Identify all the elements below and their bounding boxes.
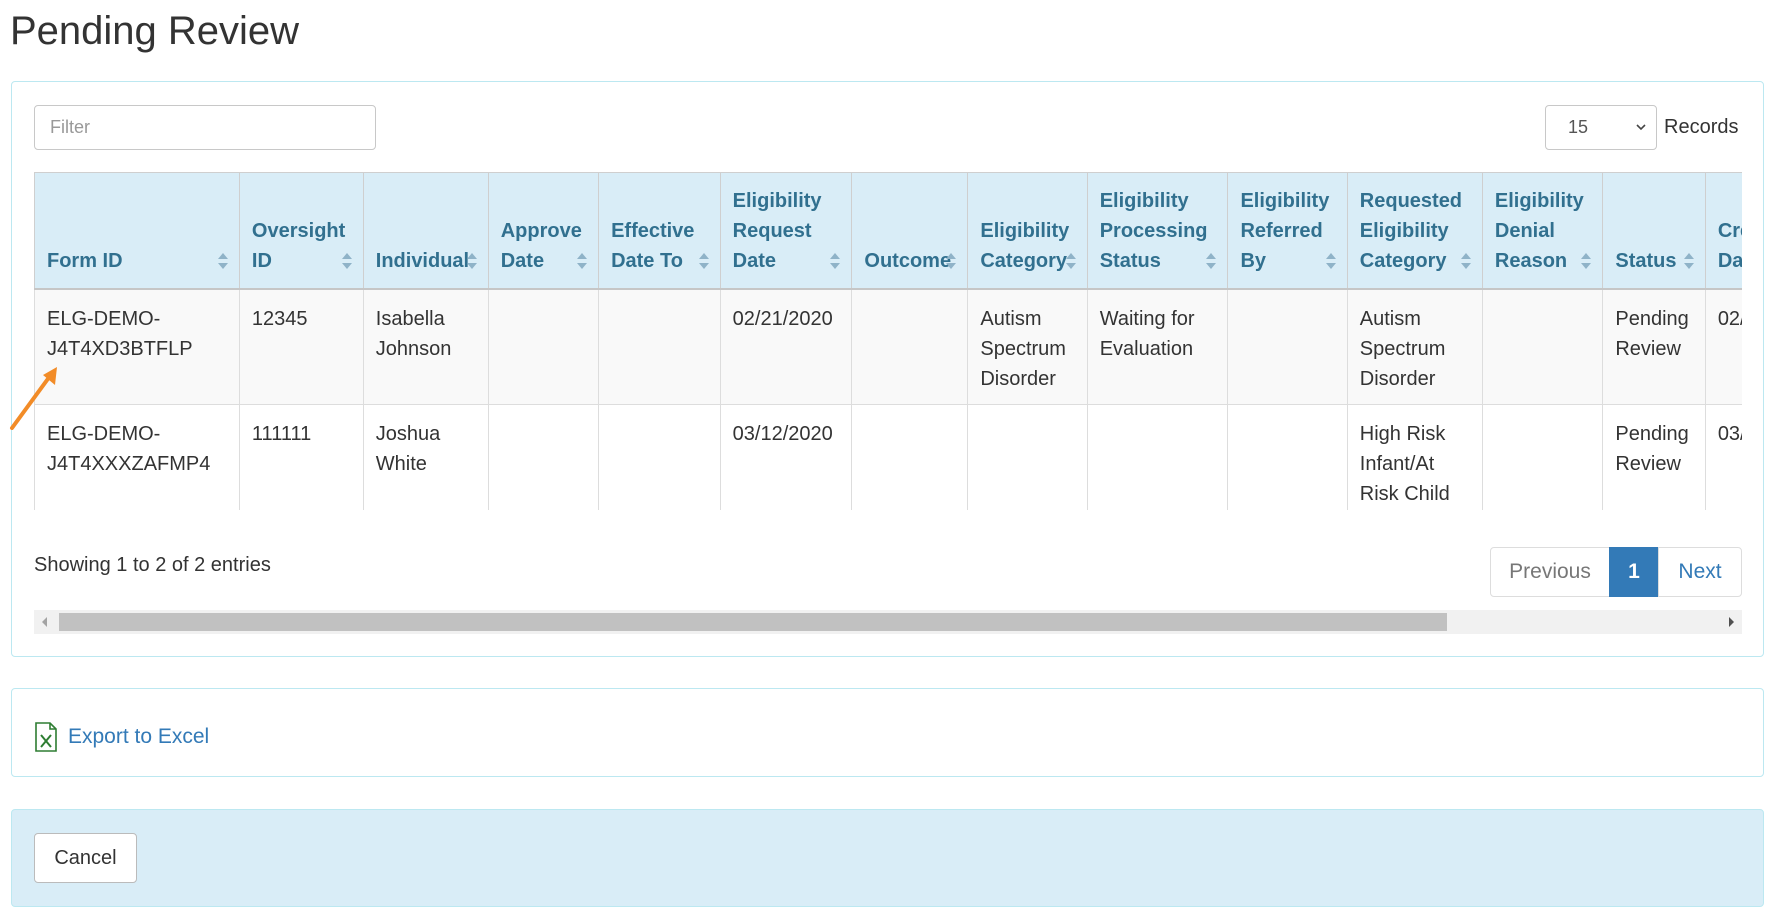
results-panel: 15 Records Form ID Oversight ID Individu… — [11, 81, 1764, 657]
page-1-button[interactable]: 1 — [1609, 547, 1659, 597]
column-header-eligibility-processing-status[interactable]: Eligibility Processing Status — [1086, 172, 1229, 290]
sort-icon — [217, 252, 228, 269]
scrollbar-thumb[interactable] — [59, 613, 1447, 631]
scroll-left-icon[interactable] — [40, 616, 50, 628]
chevron-down-icon — [1636, 124, 1646, 131]
page-title: Pending Review — [10, 9, 300, 53]
cell-requested-eligibility-category: High Risk Infant/At Risk Child — [1346, 404, 1483, 510]
column-header-oversight-id[interactable]: Oversight ID — [238, 172, 364, 290]
export-panel: Export to Excel — [11, 688, 1764, 777]
records-per-page-select[interactable]: 15 — [1545, 105, 1657, 150]
records-per-page-value: 15 — [1568, 117, 1589, 137]
pending-review-table: Form ID Oversight ID Individual Approve … — [34, 172, 1742, 510]
column-header-status[interactable]: Status — [1602, 172, 1706, 290]
cell-eligibility-denial-reason — [1481, 288, 1604, 405]
cancel-button[interactable]: Cancel — [34, 833, 137, 883]
cell-eligibility-referred-by — [1227, 288, 1348, 405]
sort-icon — [1325, 252, 1336, 269]
filter-input[interactable] — [34, 105, 376, 150]
cell-eligibility-processing-status — [1086, 404, 1229, 510]
cell-requested-eligibility-category: Autism Spectrum Disorder — [1346, 288, 1483, 405]
cell-approve-date — [487, 288, 600, 405]
column-header-eligibility-referred-by[interactable]: Eligibility Referred By — [1227, 172, 1348, 290]
table-row[interactable]: ELG-DEMO-J4T4XD3BTFLP 12345 Isabella Joh… — [34, 288, 1742, 405]
cell-created-date: 02/21/2020 — [1704, 288, 1742, 405]
next-page-button[interactable]: Next — [1658, 547, 1742, 597]
cell-oversight-id: 12345 — [238, 288, 364, 405]
horizontal-scrollbar[interactable] — [34, 610, 1742, 634]
cell-outcome — [851, 288, 969, 405]
annotation-arrow-icon — [10, 367, 57, 430]
cell-effective-date-to — [598, 404, 721, 510]
export-to-excel-link[interactable]: Export to Excel — [34, 722, 209, 752]
cell-eligibility-request-date: 03/12/2020 — [719, 404, 853, 510]
sort-icon — [1206, 252, 1217, 269]
cell-eligibility-referred-by — [1227, 404, 1348, 510]
cell-status: Pending Review — [1602, 404, 1706, 510]
column-header-effective-date-to[interactable]: Effective Date To — [598, 172, 721, 290]
cell-oversight-id: 111111 — [238, 404, 364, 510]
cell-individual: Joshua White — [362, 404, 489, 510]
cell-created-date: 03/12/2020 — [1704, 404, 1742, 510]
column-header-eligibility-request-date[interactable]: Eligibility Request Date — [719, 172, 853, 290]
column-header-individual[interactable]: Individual — [362, 172, 489, 290]
sort-icon — [698, 252, 709, 269]
column-header-created-date[interactable]: Created Date — [1704, 172, 1742, 290]
sort-icon — [466, 252, 477, 269]
sort-icon — [1460, 252, 1471, 269]
cell-status: Pending Review — [1602, 288, 1706, 405]
sort-icon — [341, 252, 352, 269]
table-header-row: Form ID Oversight ID Individual Approve … — [34, 172, 1742, 290]
previous-page-button[interactable]: Previous — [1490, 547, 1610, 597]
export-label: Export to Excel — [68, 725, 210, 748]
sort-icon — [1683, 252, 1694, 269]
sort-icon — [1581, 252, 1592, 269]
cell-outcome — [851, 404, 969, 510]
sort-icon — [830, 252, 841, 269]
cell-eligibility-processing-status: Waiting for Evaluation — [1086, 288, 1229, 405]
records-label: Records — [1664, 116, 1739, 138]
scroll-right-icon[interactable] — [1726, 616, 1736, 628]
column-header-form-id[interactable]: Form ID — [34, 172, 240, 290]
footer-panel: Cancel — [11, 809, 1764, 907]
column-header-eligibility-denial-reason[interactable]: Eligibility Denial Reason — [1481, 172, 1604, 290]
table-scroll-container: Form ID Oversight ID Individual Approve … — [34, 172, 1742, 510]
sort-icon — [1065, 252, 1076, 269]
sort-icon — [946, 252, 957, 269]
table-info: Showing 1 to 2 of 2 entries — [34, 554, 271, 576]
column-header-outcome[interactable]: Outcome — [851, 172, 969, 290]
cell-eligibility-category: Autism Spectrum Disorder — [967, 288, 1088, 405]
cell-effective-date-to — [598, 288, 721, 405]
table-row[interactable]: ELG-DEMO-J4T4XXXZAFMP4 111111 Joshua Whi… — [34, 404, 1742, 510]
column-header-eligibility-category[interactable]: Eligibility Category — [967, 172, 1088, 290]
cell-approve-date — [487, 404, 600, 510]
cell-eligibility-request-date: 02/21/2020 — [719, 288, 853, 405]
column-header-approve-date[interactable]: Approve Date — [487, 172, 600, 290]
sort-icon — [577, 252, 588, 269]
cell-individual: Isabella Johnson — [362, 288, 489, 405]
excel-file-icon — [35, 722, 57, 752]
column-header-requested-eligibility-category[interactable]: Requested Eligibility Category — [1346, 172, 1483, 290]
cell-eligibility-denial-reason — [1481, 404, 1604, 510]
cell-eligibility-category — [967, 404, 1088, 510]
